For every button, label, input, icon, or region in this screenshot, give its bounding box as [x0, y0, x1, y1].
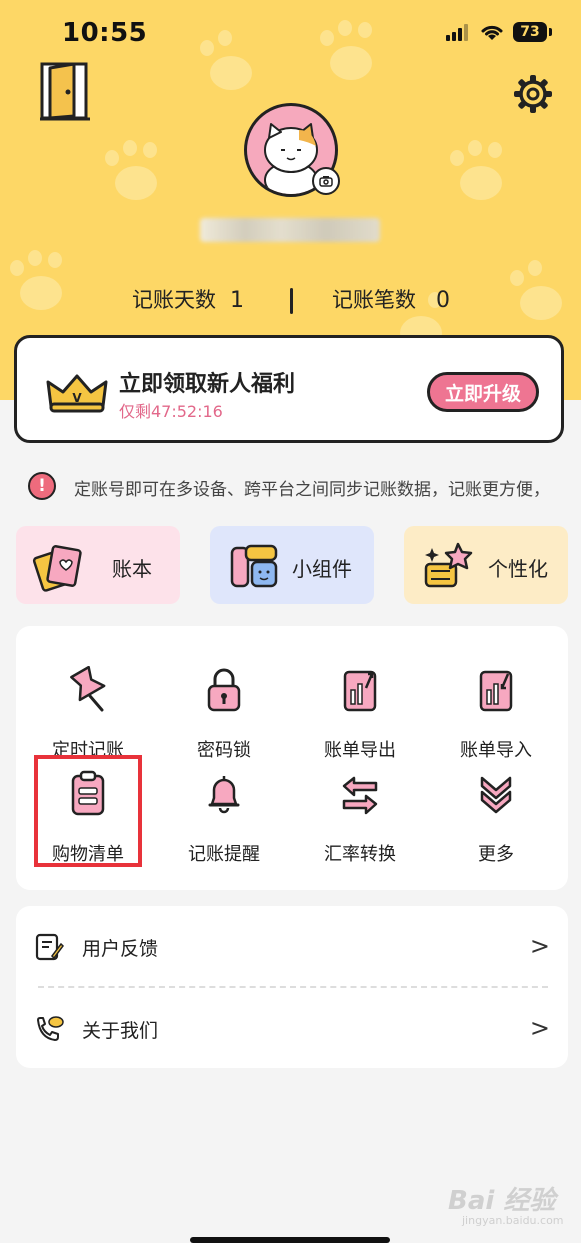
settings-list-card: 用户反馈 > 关于我们 > [16, 906, 568, 1068]
highlight-annotation [34, 755, 142, 867]
username-blurred [200, 218, 380, 242]
status-time: 10:55 [62, 18, 148, 48]
feedback-icon [35, 933, 64, 961]
alert-icon: ! [28, 472, 56, 500]
exit-door-button[interactable] [38, 60, 92, 122]
list-item-feedback[interactable]: 用户反馈 > [16, 906, 568, 986]
watermark-logo: Bai 经验 [448, 1186, 556, 1216]
tool-reminder[interactable]: 记账提醒 [164, 770, 284, 866]
stats-divider [290, 288, 293, 314]
tool-import-bill[interactable]: 账单导入 [436, 666, 556, 762]
tool-label: 账单导入 [460, 740, 532, 761]
upgrade-button[interactable]: 立即升级 [427, 372, 539, 412]
personalize-icon [424, 542, 473, 588]
tool-more[interactable]: 更多 [436, 770, 556, 866]
chevron-right-icon: > [529, 1014, 550, 1042]
stats-row: 记账天数 1 记账笔数 0 [0, 284, 581, 320]
tool-label: 记账提醒 [188, 844, 260, 865]
pushpin-icon [70, 666, 106, 712]
tool-label: 密码锁 [197, 740, 251, 761]
import-icon [479, 670, 513, 712]
list-item-about[interactable]: 关于我们 > [16, 988, 568, 1068]
stat-records-label: 记账笔数 [332, 288, 416, 312]
lock-icon [207, 668, 241, 712]
export-icon [343, 670, 377, 712]
settings-button[interactable] [513, 74, 553, 114]
tool-export-bill[interactable]: 账单导出 [300, 666, 420, 762]
chevrons-down-icon [480, 776, 512, 814]
quick-ledger-button[interactable]: 账本 [16, 526, 180, 604]
promo-countdown: 仅剩47:52:16 [119, 402, 223, 421]
chevron-right-icon: > [529, 932, 550, 960]
tool-currency-exchange[interactable]: 汇率转换 [300, 770, 420, 866]
crown-icon: V [46, 374, 108, 413]
promo-card[interactable]: V 立即领取新人福利 仅剩47:52:16 立即升级 [14, 335, 564, 443]
promo-title: 立即领取新人福利 [119, 372, 296, 397]
phone-chat-icon [37, 1016, 64, 1041]
tool-label: 更多 [478, 844, 514, 865]
widget-icon [230, 544, 278, 588]
stat-records-value: 0 [436, 288, 450, 313]
tool-label: 汇率转换 [324, 844, 396, 865]
watermark-url: jingyan.baidu.com [462, 1214, 564, 1227]
stat-records: 记账笔数 0 [332, 284, 450, 314]
list-item-label: 用户反馈 [82, 938, 159, 960]
exchange-icon [342, 776, 378, 815]
quick-widget-label: 小组件 [292, 557, 352, 581]
quick-personalize-button[interactable]: 个性化 [404, 526, 568, 604]
gear-icon [514, 75, 552, 113]
wifi-icon [481, 25, 503, 40]
camera-badge[interactable] [312, 167, 340, 195]
tool-label: 账单导出 [324, 740, 396, 761]
tool-password-lock[interactable]: 密码锁 [164, 666, 284, 762]
door-icon [40, 62, 90, 121]
notice-text: 定账号即可在多设备、跨平台之间同步记账数据，记账更方便， [74, 480, 550, 500]
quick-widget-button[interactable]: 小组件 [210, 526, 374, 604]
cellular-signal-icon [446, 24, 468, 41]
stat-days: 记账天数 1 [132, 284, 244, 314]
quick-personalize-label: 个性化 [488, 557, 548, 581]
battery-indicator: 73 [513, 22, 552, 42]
stat-days-value: 1 [230, 288, 244, 313]
camera-icon [319, 176, 333, 187]
sync-notice[interactable]: ! 定账号即可在多设备、跨平台之间同步记账数据，记账更方便， [26, 472, 566, 502]
list-item-label: 关于我们 [82, 1020, 159, 1042]
tool-scheduled-record[interactable]: 定时记账 [28, 666, 148, 762]
bell-icon [208, 776, 240, 814]
stat-days-label: 记账天数 [132, 288, 216, 312]
ledger-icon [32, 545, 82, 592]
quick-ledger-label: 账本 [112, 557, 152, 581]
home-indicator [190, 1237, 390, 1243]
avatar-button[interactable] [244, 103, 340, 197]
svg-text:V: V [72, 391, 82, 405]
